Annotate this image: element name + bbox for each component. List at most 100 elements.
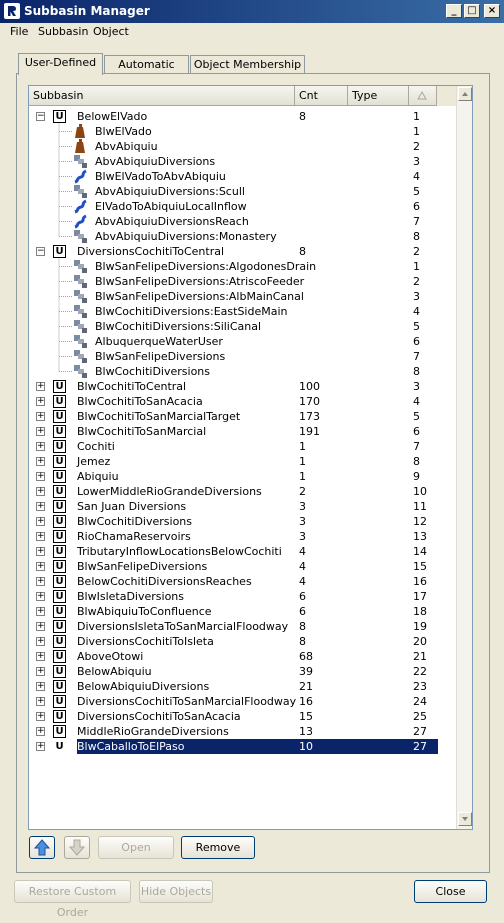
tree-row[interactable]: + U Cochiti 1 7 [29,439,456,454]
tree-row[interactable]: BlwSanFelipeDiversions:AtriscoFeeder 2 [29,274,456,289]
tree-row[interactable]: BlwCochitiDiversions:EastSideMain 4 [29,304,456,319]
collapse-icon[interactable]: − [36,112,45,121]
tree-row[interactable]: + U BlwCochitiDiversions 3 12 [29,514,456,529]
maximize-button[interactable]: □ [464,4,480,18]
tree-row[interactable]: + U Jemez 1 8 [29,454,456,469]
expand-icon[interactable]: + [36,652,45,661]
expand-icon[interactable]: + [36,457,45,466]
expand-icon[interactable]: + [36,547,45,556]
move-up-button[interactable] [29,836,55,859]
expand-icon[interactable]: + [36,517,45,526]
tree-row[interactable]: − U BelowElVado 8 1 [29,109,456,124]
open-button[interactable]: Open [98,836,174,859]
tree-row[interactable]: + U Abiquiu 1 9 [29,469,456,484]
expand-icon[interactable]: + [36,667,45,676]
minimize-button[interactable]: _ [446,4,462,18]
tree-row[interactable]: BlwElVadoToAbvAbiquiu 4 [29,169,456,184]
expand-icon[interactable]: + [36,622,45,631]
expand-icon[interactable]: + [36,592,45,601]
column-header-sort[interactable] [409,86,437,106]
hide-objects-button[interactable]: Hide Objects [139,880,213,903]
tree-row[interactable]: + U MiddleRioGrandeDiversions 13 27 [29,724,456,739]
diversion-icon [73,334,88,349]
tree-row[interactable]: + U BlwCaballoToElPaso 10 27 [29,739,456,754]
app-icon[interactable] [4,3,20,19]
tree-row[interactable]: AbvAbiquiuDiversions:Scull 5 [29,184,456,199]
tab-user-defined[interactable]: User-Defined [18,53,103,75]
scroll-down-button[interactable] [458,812,472,826]
scroll-up-button[interactable] [458,87,472,101]
menu-file[interactable]: File [10,25,28,38]
expand-icon[interactable]: + [36,682,45,691]
tree-row[interactable]: + U LowerMiddleRioGrandeDiversions 2 10 [29,484,456,499]
tree-row[interactable]: + U San Juan Diversions 3 11 [29,499,456,514]
tree-row[interactable]: + U BelowCochitiDiversionsReaches 4 16 [29,574,456,589]
expand-icon[interactable]: + [36,532,45,541]
tree-row[interactable]: + U BlwCochitiToSanAcacia 170 4 [29,394,456,409]
collapse-icon[interactable]: − [36,247,45,256]
tree-row[interactable]: + U TributaryInflowLocationsBelowCochiti 4 1… [29,544,456,559]
expand-icon[interactable]: + [36,427,45,436]
tree-row[interactable]: + U BlwCochitiToCentral 100 3 [29,379,456,394]
tree-row[interactable]: BlwSanFelipeDiversions 7 [29,349,456,364]
user-subbasin-icon: U [53,725,66,738]
subbasin-name: San Juan Diversions [77,500,187,513]
expand-icon[interactable]: + [36,442,45,451]
tree-row[interactable]: + U BlwAbiquiuToConfluence 6 18 [29,604,456,619]
move-down-button[interactable] [64,836,90,859]
expand-icon[interactable]: + [36,502,45,511]
tree-row[interactable]: + U RioChamaReservoirs 3 13 [29,529,456,544]
tree-row[interactable]: BlwSanFelipeDiversions:AlgodonesDrain 1 [29,259,456,274]
column-header-subbasin[interactable]: Subbasin [29,86,295,106]
close-window-button[interactable]: × [484,4,500,18]
tree-row[interactable]: + U BelowAbiquiuDiversions 21 23 [29,679,456,694]
expand-icon[interactable]: + [36,472,45,481]
tree-row[interactable]: BlwSanFelipeDiversions:AlbMainCanal 3 [29,289,456,304]
expand-icon[interactable]: + [36,727,45,736]
menu-object[interactable]: Object [93,25,129,38]
tree-row[interactable]: + U BlwSanFelipeDiversions 4 15 [29,559,456,574]
expand-icon[interactable]: + [36,697,45,706]
tree-row[interactable]: ElVadoToAbiquiuLocalInflow 6 [29,199,456,214]
tree-row[interactable]: BlwCochitiDiversions 8 [29,364,456,379]
expand-icon[interactable]: + [36,577,45,586]
remove-button[interactable]: Remove [181,836,255,859]
tree-row[interactable]: + U BlwCochitiToSanMarcialTarget 173 5 [29,409,456,424]
expand-icon[interactable]: + [36,607,45,616]
expand-icon[interactable]: + [36,397,45,406]
tree-row[interactable]: + U BelowAbiquiu 39 22 [29,664,456,679]
expand-icon[interactable]: + [36,487,45,496]
tree-row[interactable]: AbvAbiquiuDiversions:Monastery 8 [29,229,456,244]
expand-icon[interactable]: + [36,637,45,646]
tree-row[interactable]: + U DiversionsCochitiToSanAcacia 15 25 [29,709,456,724]
vertical-scrollbar[interactable] [456,86,472,829]
expand-icon[interactable]: + [36,742,45,751]
tree-row[interactable]: AbvAbiquiu 2 [29,139,456,154]
expand-icon[interactable]: + [36,382,45,391]
tab-automatic[interactable]: Automatic [104,55,189,74]
tree-row[interactable]: + U AboveOtowi 68 21 [29,649,456,664]
tree-row[interactable]: AbvAbiquiuDiversionsReach 7 [29,214,456,229]
subbasin-tree-table[interactable]: Subbasin Cnt Type − U BelowElVado 8 1 BlwElVa… [28,85,473,830]
tab-object-membership[interactable]: Object Membership [190,55,305,74]
tree-row[interactable]: + U DiversionsCochitiToSanMarcialFloodway 1… [29,694,456,709]
subbasin-name: AboveOtowi [77,650,144,663]
close-button[interactable]: Close [414,880,487,903]
tree-row[interactable]: + U DiversionsIsletaToSanMarcialFloodway 8 1… [29,619,456,634]
restore-custom-order-button[interactable]: Restore Custom Order [14,880,131,919]
expand-icon[interactable]: + [36,412,45,421]
tree-row[interactable]: BlwCochitiDiversions:SiliCanal 5 [29,319,456,334]
tree-row[interactable]: + U BlwIsletaDiversions 6 17 [29,589,456,604]
tree-row[interactable]: AbvAbiquiuDiversions 3 [29,154,456,169]
column-header-type[interactable]: Type [348,86,409,106]
tree-row[interactable]: + U DiversionsCochitiToIsleta 8 20 [29,634,456,649]
tree-row[interactable]: + U BlwCochitiToSanMarcial 191 6 [29,424,456,439]
menu-subbasin[interactable]: Subbasin [38,25,88,38]
expand-icon[interactable]: + [36,712,45,721]
tree-row[interactable]: − U DiversionsCochitiToCentral 8 2 [29,244,456,259]
expand-icon[interactable]: + [36,562,45,571]
tree-row[interactable]: AlbuquerqueWaterUser 6 [29,334,456,349]
subbasin-name: DiversionsIsletaToSanMarcialFloodway [77,620,289,633]
column-header-cnt[interactable]: Cnt [295,86,348,106]
tree-row[interactable]: BlwElVado 1 [29,124,456,139]
